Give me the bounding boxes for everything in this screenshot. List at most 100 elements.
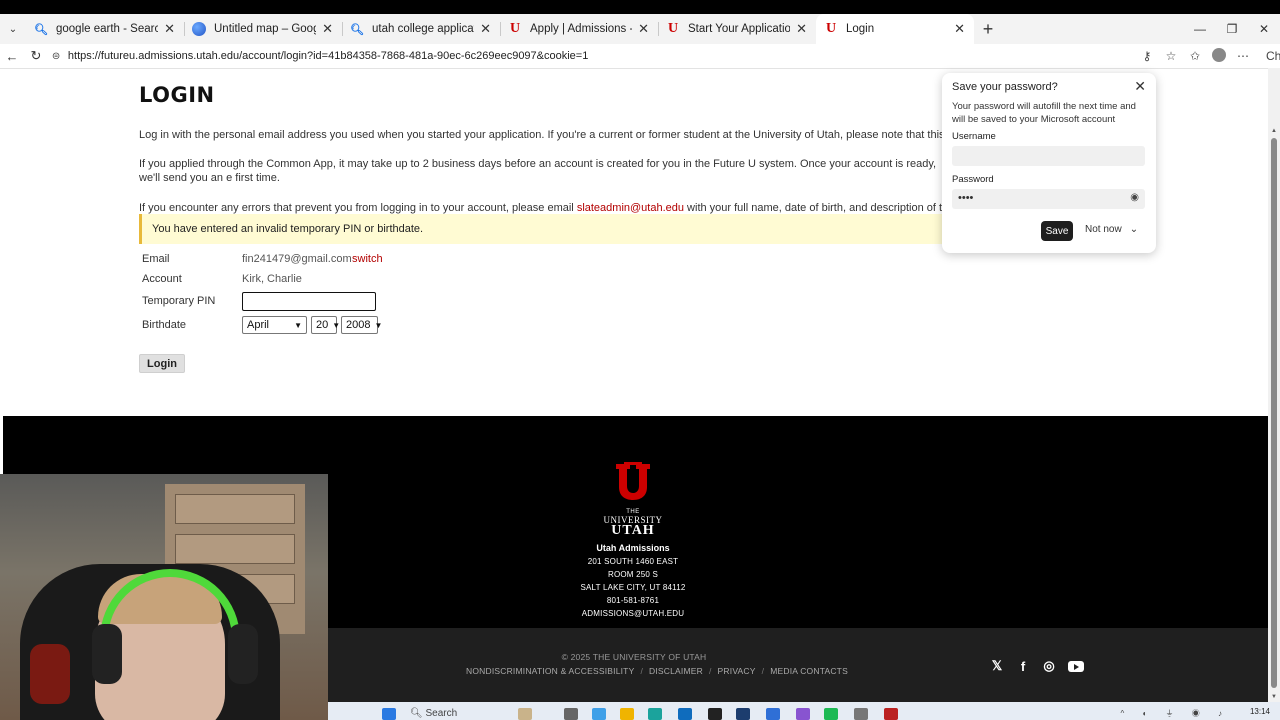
footer-contact: THE UNIVERSITY UTAH Utah Admissions 201 …: [563, 462, 703, 618]
copilot-chat-button[interactable]: Chat: [1262, 49, 1280, 63]
not-now-button[interactable]: Not now ⌄: [1085, 224, 1138, 235]
footer-bottom-bar: © 2025 THE UNIVERSITY OF UTAH NONDISCRIM…: [328, 628, 1268, 702]
scroll-up-icon[interactable]: ▲: [1271, 128, 1277, 134]
intro-paragraph: Log in with the personal email address y…: [139, 129, 1025, 141]
tab-google-earth-map[interactable]: Untitled map – Google Earth ✕: [184, 14, 342, 44]
support-email-link[interactable]: slateadmin@utah.edu: [577, 202, 684, 214]
webcam-headset-earcup: [228, 624, 258, 684]
email-value: fin241479@gmail.com: [242, 253, 352, 265]
footer-link-media-contacts[interactable]: MEDIA CONTACTS: [770, 666, 848, 676]
scroll-thumb[interactable]: [1271, 138, 1277, 688]
page-title: LOGIN: [139, 83, 215, 107]
more-menu-icon[interactable]: ⋯: [1234, 49, 1252, 63]
tab-apply-admissions[interactable]: U Apply | Admissions - The University ✕: [500, 14, 658, 44]
close-tab-icon[interactable]: ✕: [796, 21, 807, 37]
terminal-icon[interactable]: [736, 708, 750, 720]
footer-link-disclaimer[interactable]: DISCLAIMER: [649, 666, 703, 676]
new-tab-icon[interactable]: +: [974, 19, 1002, 40]
footer-link-nondiscrimination[interactable]: NONDISCRIMINATION & ACCESSIBILITY: [466, 666, 634, 676]
address-bar-icons: ⚷ ☆ ✩ ⋯ Chat: [1138, 47, 1280, 65]
close-tab-icon[interactable]: ✕: [954, 21, 965, 37]
birth-year-value: 2008: [346, 319, 371, 331]
favorite-star-icon[interactable]: ☆: [1162, 49, 1180, 63]
popup-title: Save your password?: [952, 81, 1058, 93]
save-password-button[interactable]: Save: [1041, 221, 1073, 241]
tab-bar: ⌄ 🔍︎ google earth - Search ✕ Untitled ma…: [0, 14, 1280, 44]
x-icon[interactable]: 𝕏: [990, 658, 1004, 674]
username-field[interactable]: [952, 146, 1145, 166]
cabinet-drawer: [175, 534, 295, 564]
birth-day-value: 20: [316, 319, 329, 331]
site-info-icon[interactable]: ⊜: [52, 51, 68, 62]
password-key-icon[interactable]: ⚷: [1138, 49, 1156, 63]
temporary-pin-input[interactable]: [242, 292, 376, 311]
close-tab-icon[interactable]: ✕: [322, 21, 333, 37]
edge-icon[interactable]: [648, 708, 662, 720]
birth-year-select[interactable]: 2008 ▼: [341, 316, 382, 334]
link-separator: /: [761, 666, 765, 676]
cabinet-drawer: [175, 494, 295, 524]
tab-google-earth-search[interactable]: 🔍︎ google earth - Search ✕: [26, 14, 184, 44]
footer-email-link[interactable]: ADMISSIONS@UTAH.EDU: [563, 609, 703, 618]
favorites-icon[interactable]: ✩: [1186, 49, 1204, 63]
refresh-icon[interactable]: ↻: [24, 48, 48, 64]
close-tab-icon[interactable]: ✕: [638, 21, 649, 37]
back-icon[interactable]: ←: [0, 49, 24, 64]
webcam-chair-accent: [30, 644, 70, 704]
link-separator: /: [708, 666, 712, 676]
chevron-down-icon: ▼: [294, 320, 302, 330]
url-field[interactable]: ⊜ https://futureu.admissions.utah.edu/ac…: [52, 45, 1130, 67]
profile-icon[interactable]: [1210, 47, 1228, 65]
username-label: Username: [952, 131, 996, 142]
maximize-icon[interactable]: ❐: [1216, 22, 1248, 36]
birth-day-select[interactable]: 20 ▼: [311, 316, 340, 334]
pin-label: Temporary PIN: [142, 295, 216, 307]
close-icon[interactable]: ✕: [1134, 78, 1146, 95]
footer-link-privacy[interactable]: PRIVACY: [718, 666, 756, 676]
footer-address-2: ROOM 250 S: [607, 570, 658, 579]
chat-label: Chat: [1265, 49, 1280, 63]
spotify-icon[interactable]: [824, 708, 838, 720]
facebook-icon[interactable]: f: [1016, 659, 1030, 674]
close-tab-icon[interactable]: ✕: [480, 21, 491, 37]
tab-utah-college-search[interactable]: 🔍︎ utah college application - Search ✕: [342, 14, 500, 44]
tab-title: Apply | Admissions - The University: [530, 23, 632, 35]
instagram-icon[interactable]: ◎: [1042, 658, 1056, 674]
task-view-icon[interactable]: [564, 708, 578, 720]
app-icon[interactable]: [766, 708, 780, 720]
tab-login[interactable]: U Login ✕: [816, 14, 974, 44]
taskbar-search[interactable]: 🔍︎ Search: [410, 708, 457, 719]
start-icon[interactable]: [382, 708, 396, 720]
page-scrollbar[interactable]: ▲ ▼: [1268, 68, 1280, 702]
copilot-taskbar-icon[interactable]: [592, 708, 606, 720]
outlook-icon[interactable]: [678, 708, 692, 720]
tab-actions-menu-icon[interactable]: ⌄: [0, 16, 26, 42]
taskbar-search-label: Search: [425, 708, 458, 719]
account-value: Kirk, Charlie: [242, 273, 302, 285]
discord-icon[interactable]: [796, 708, 810, 720]
widgets-icon[interactable]: [518, 708, 532, 720]
screen-top-strip: [0, 0, 1280, 14]
close-tab-icon[interactable]: ✕: [164, 21, 175, 37]
scroll-down-icon[interactable]: ▼: [1271, 694, 1277, 700]
switch-account-link[interactable]: switch: [352, 253, 383, 265]
chevron-down-icon[interactable]: ⌄: [1130, 224, 1138, 235]
close-window-icon[interactable]: ✕: [1248, 22, 1280, 36]
file-explorer-icon[interactable]: [620, 708, 634, 720]
utah-block-u-logo: [616, 462, 650, 500]
footer-phone: 801-581-8761: [606, 596, 660, 605]
system-tray[interactable]: ^ ◐ ⏚ ◉ ♪: [1121, 708, 1230, 719]
settings-icon[interactable]: [854, 708, 868, 720]
tab-start-application[interactable]: U Start Your Application ✕: [658, 14, 816, 44]
tab-title: Untitled map – Google Earth: [214, 23, 316, 35]
show-password-eye-icon[interactable]: ◉: [1130, 192, 1139, 203]
dropbox-icon[interactable]: [708, 708, 722, 720]
game-icon[interactable]: [884, 708, 898, 720]
login-button[interactable]: Login: [139, 354, 185, 373]
birth-month-select[interactable]: April ▼: [242, 316, 307, 334]
password-field[interactable]: •••• ◉: [952, 189, 1145, 209]
minimize-icon[interactable]: —: [1184, 22, 1216, 36]
taskbar-clock[interactable]: 13:14: [1250, 707, 1270, 716]
error-message: You have entered an invalid temporary PI…: [139, 214, 959, 244]
youtube-icon[interactable]: [1068, 660, 1084, 672]
